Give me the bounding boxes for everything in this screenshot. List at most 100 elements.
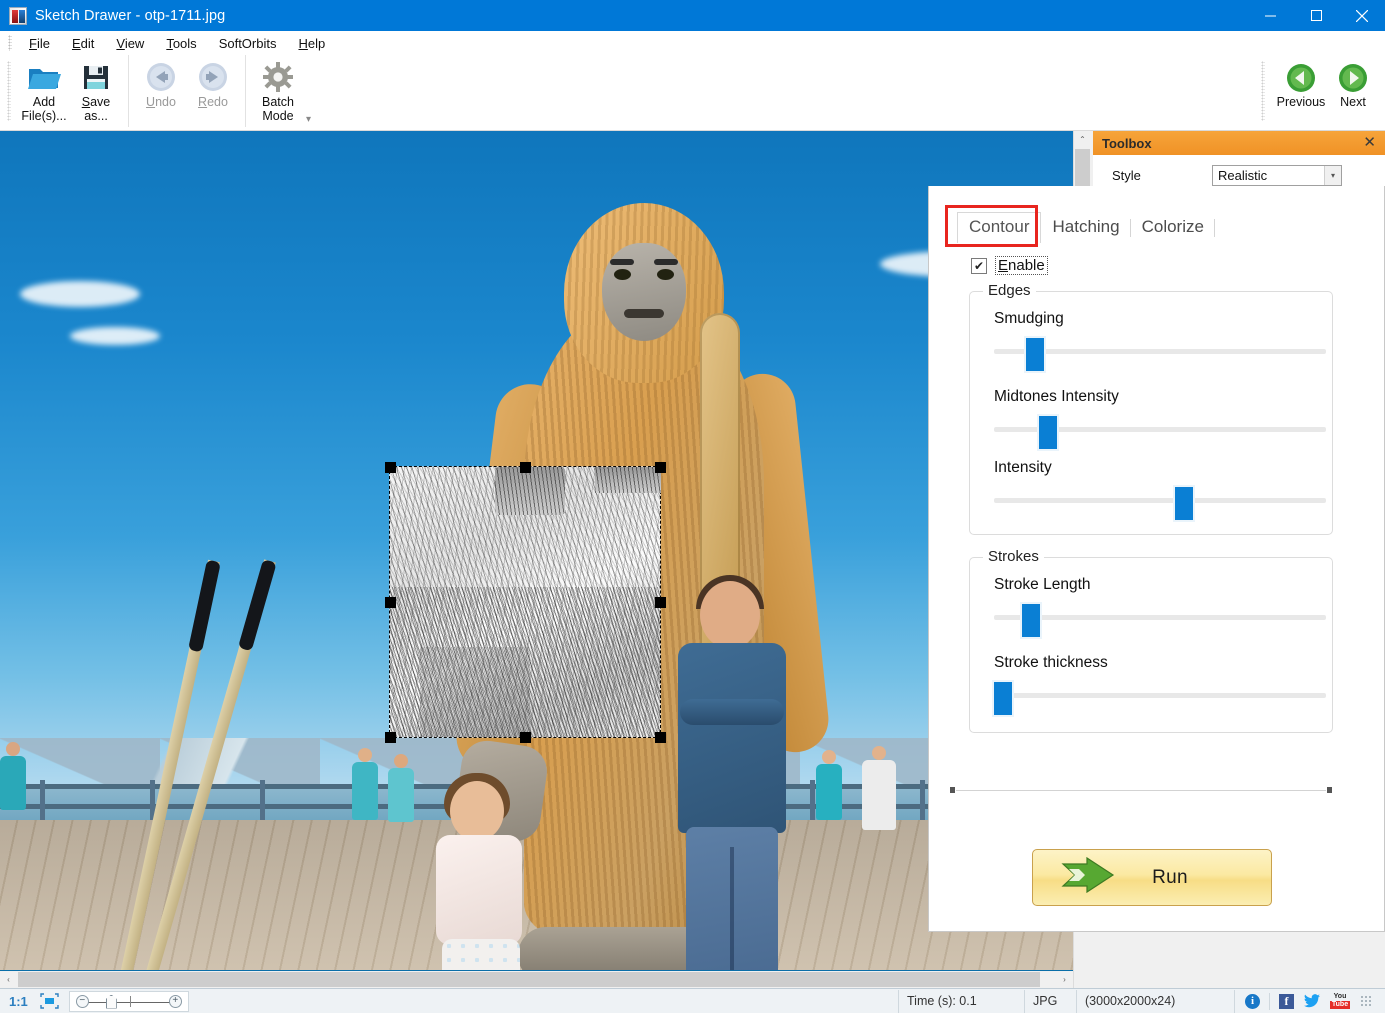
file-button-group: Add File(s)... Save as... [16,55,124,127]
menu-tools[interactable]: Tools [155,33,207,54]
selection-handle-nw[interactable] [385,462,396,473]
selection-handle-e[interactable] [655,597,666,608]
toolbox-title-bar: Toolbox ✕ [1093,131,1385,155]
gear-icon [263,59,293,95]
add-files-button[interactable]: Add File(s)... [18,55,70,123]
youtube-label-line1: You [1334,993,1347,1001]
menu-edit[interactable]: Edit [61,33,105,54]
next-label: Next [1340,95,1366,109]
canvas-horizontal-scrollbar[interactable]: ‹ › [0,971,1073,988]
close-button[interactable] [1339,0,1385,31]
selection-handle-s[interactable] [520,732,531,743]
midtones-intensity-slider[interactable] [994,418,1326,440]
background-person [388,754,414,822]
selection-handle-sw[interactable] [385,732,396,743]
redo-button[interactable]: Redo [187,55,239,109]
selection-handle-ne[interactable] [655,462,666,473]
status-spacer [195,990,899,1013]
girl-person [420,781,540,970]
menu-file[interactable]: FFileile [18,33,61,54]
scroll-left-arrow-icon[interactable]: ‹ [0,971,17,988]
tab-hatching[interactable]: Hatching [1041,213,1130,243]
menu-help[interactable]: Help [287,33,336,54]
batch-mode-button[interactable]: Batch Mode [252,55,304,123]
app-icon [9,7,27,25]
zoom-slider-knob[interactable] [106,995,117,1009]
previous-button[interactable]: Previous [1275,55,1327,109]
run-button[interactable]: Run [1032,849,1272,906]
selection-handle-n[interactable] [520,462,531,473]
scroll-right-arrow-icon[interactable]: › [1056,971,1073,988]
stroke-length-slider[interactable] [994,606,1326,628]
tab-contour[interactable]: Contour [957,212,1041,243]
slider-thumb[interactable] [1026,338,1044,371]
maximize-button[interactable] [1293,0,1339,31]
tab-colorize[interactable]: Colorize [1131,213,1215,243]
history-button-group: Undo Redo [128,55,241,127]
resize-grip[interactable] [1360,995,1372,1007]
enable-checkbox-row[interactable]: ✔ Enable [971,256,1048,275]
sketch-preview-selection[interactable] [390,467,660,737]
run-button-label: Run [1115,867,1225,889]
image-canvas[interactable] [0,131,1090,988]
title-bar: Sketch Drawer - otp-1711.jpg [0,0,1385,31]
fit-to-screen-icon[interactable] [35,993,65,1009]
status-bar: 1:1 − + Time (s): 0.1 JPG (3000x2000x24)… [0,988,1385,1013]
photo-preview [0,131,1073,970]
scroll-up-arrow-icon[interactable]: ⌃ [1074,131,1091,148]
stroke-thickness-slider[interactable] [994,684,1326,706]
background-person [862,746,896,830]
next-button[interactable]: Next [1327,55,1379,109]
enable-checkbox[interactable]: ✔ [971,258,987,274]
selection-handle-w[interactable] [385,597,396,608]
window-controls [1247,0,1385,31]
chevron-down-icon[interactable]: ▾ [1324,166,1341,185]
menu-view[interactable]: View [105,33,155,54]
toolbar-expand-chevron-icon[interactable]: ▾ [306,114,311,125]
zoom-slider[interactable]: − + [69,991,189,1012]
toolbar-grip-handle[interactable] [7,61,11,121]
undo-button[interactable]: Undo [135,55,187,109]
horizontal-scroll-thumb[interactable] [18,972,1040,987]
redo-arrow-icon [197,59,229,95]
tab-contour-label: Contour [969,217,1029,236]
selection-handle-se[interactable] [655,732,666,743]
menu-softorbits[interactable]: SoftOrbits [208,33,288,54]
midtones-intensity-label: Midtones Intensity [994,388,1326,406]
twitter-icon[interactable] [1303,994,1320,1009]
man-person [672,581,792,970]
background-person [816,750,842,820]
youtube-icon[interactable]: You Tube [1329,993,1351,1009]
facebook-icon[interactable]: f [1279,994,1294,1009]
menu-grip-handle[interactable] [8,35,12,51]
slider-thumb[interactable] [1175,487,1193,520]
cloud [20,281,140,307]
toolbox-close-icon[interactable]: ✕ [1363,134,1376,152]
save-as-button[interactable]: Save as... [70,55,122,123]
strokes-group-legend: Strokes [983,548,1044,565]
window-title: Sketch Drawer - otp-1711.jpg [35,8,225,24]
minimize-button[interactable] [1247,0,1293,31]
smudging-slider[interactable] [994,340,1326,362]
info-icon[interactable]: i [1245,994,1260,1009]
zoom-out-button[interactable]: − [76,995,89,1008]
intensity-slider[interactable] [994,489,1326,511]
undo-label: Undo [146,95,176,109]
ski-poles [198,561,308,970]
youtube-label-line2: Tube [1330,1001,1350,1009]
panel-splitter[interactable] [950,789,1332,792]
tab-colorize-label: Colorize [1142,217,1204,236]
style-dropdown[interactable]: Realistic ▾ [1212,165,1342,186]
green-arrow-icon [1061,857,1115,898]
zoom-in-button[interactable]: + [169,995,182,1008]
slider-thumb[interactable] [994,682,1012,715]
batch-button-group: Batch Mode ▾ [245,55,313,127]
tab-hatching-label: Hatching [1052,217,1119,236]
dimensions-status: (3000x2000x24) [1077,990,1235,1013]
toolbox-title-label: Toolbox [1102,136,1152,151]
slider-thumb[interactable] [1022,604,1040,637]
slider-thumb[interactable] [1039,416,1057,449]
slider-track [994,693,1326,698]
navigation-button-group: Previous Next [1261,55,1379,127]
batch-mode-label-line2: Mode [262,109,293,123]
